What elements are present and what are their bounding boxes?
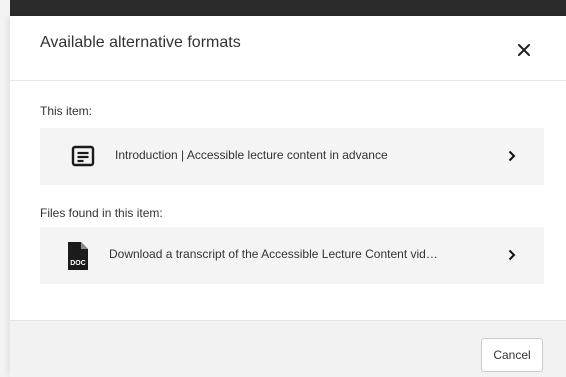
close-icon [518,44,530,56]
alternative-formats-dialog: Available alternative formats This item:… [10,16,566,377]
page-header-strip [10,0,566,16]
this-item-format-label: Introduction | Accessible lecture conten… [115,148,388,162]
files-found-label: Files found in this item: [40,206,163,220]
chevron-right-icon [504,247,520,263]
this-item-format-row[interactable]: Introduction | Accessible lecture conten… [40,128,544,185]
page-icon [70,143,96,169]
this-item-label: This item: [40,104,93,118]
file-format-row[interactable]: DOC Download a transcript of the Accessi… [40,227,544,284]
doc-file-icon: DOC [66,241,90,271]
doc-badge-text: DOC [70,260,86,267]
dialog-header: Available alternative formats [10,16,566,81]
file-format-label: Download a transcript of the Accessible … [109,247,438,261]
dialog-footer: Cancel [10,320,566,377]
chevron-right-icon [504,148,520,164]
close-button[interactable] [510,36,538,64]
cancel-button[interactable]: Cancel [481,338,543,372]
dialog-title: Available alternative formats [40,34,241,51]
